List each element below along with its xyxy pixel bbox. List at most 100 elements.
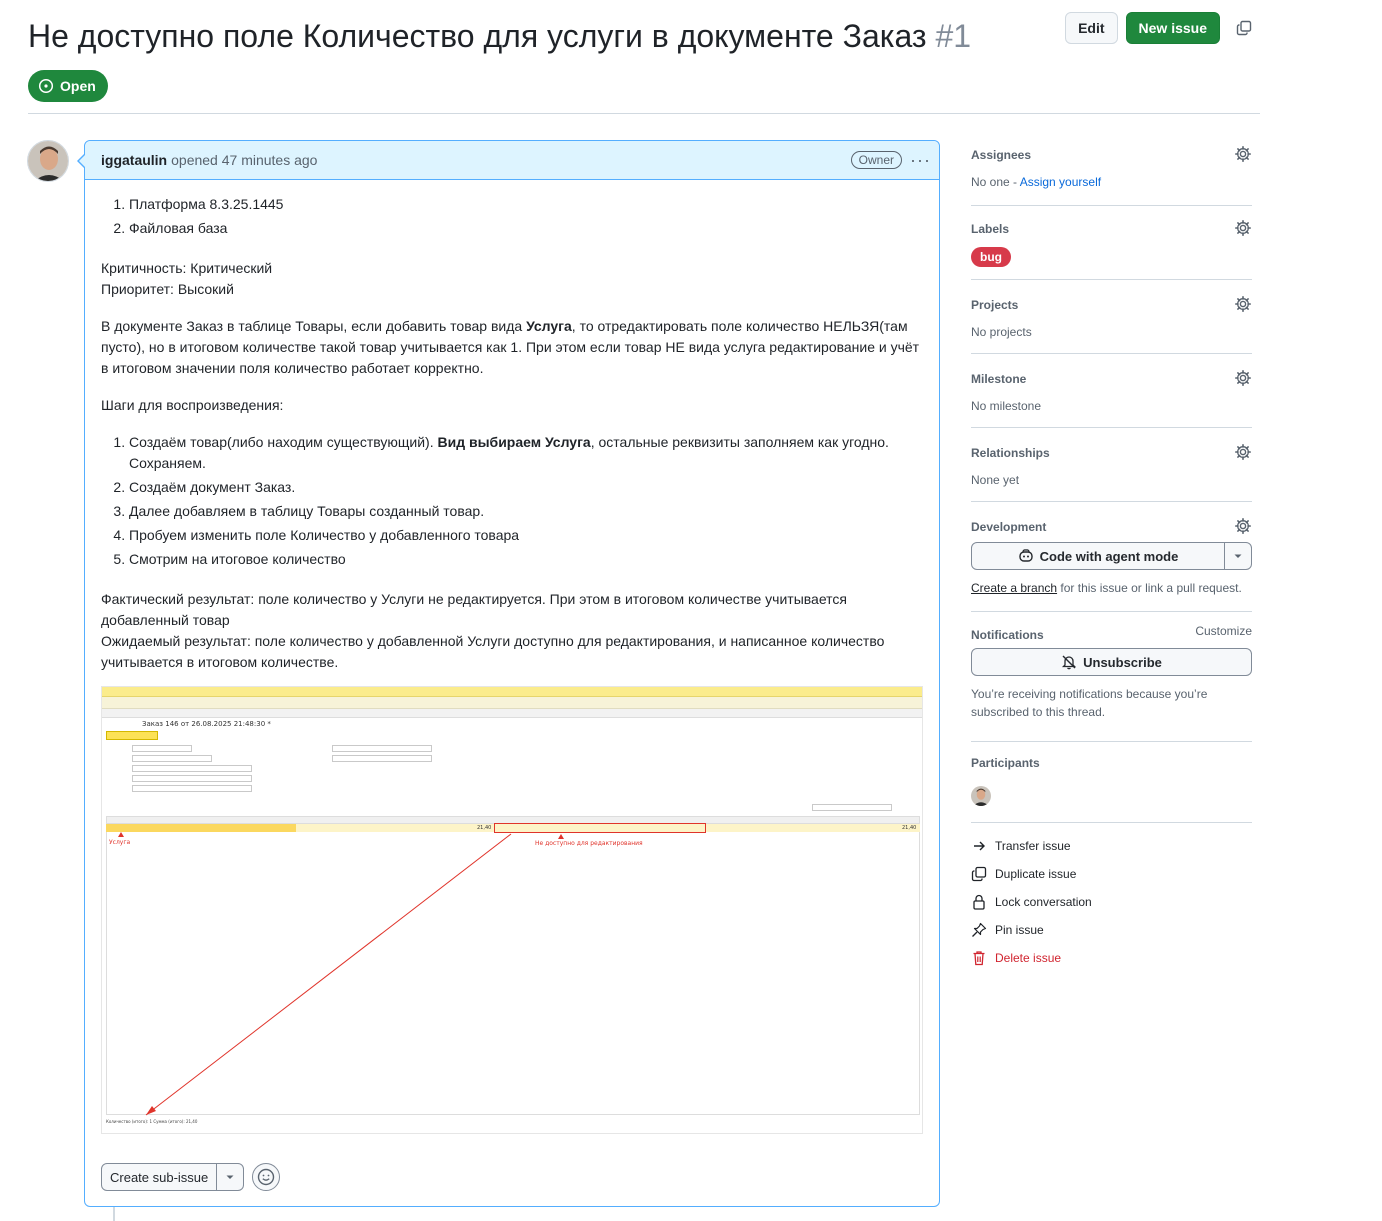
list-item: Смотрим на итоговое количество	[129, 549, 923, 570]
environment-list: Платформа 8.3.25.1445 Файловая база	[101, 194, 923, 239]
issue-sidebar: Assignees No one - Assign yourself Label…	[971, 140, 1252, 972]
notifications-note: You’re receiving notifications because y…	[971, 687, 1208, 719]
lock-conversation-action[interactable]: Lock conversation	[971, 888, 1252, 916]
description-bold: Услуга	[526, 318, 572, 334]
relationships-heading: Relationships	[971, 446, 1050, 460]
gear-icon[interactable]	[1234, 369, 1252, 387]
create-sub-issue-button[interactable]: Create sub-issue	[102, 1164, 218, 1190]
header-divider	[28, 113, 1260, 114]
author-avatar[interactable]	[27, 140, 69, 182]
create-sub-issue-split-button: Create sub-issue	[101, 1163, 245, 1191]
participant-avatar[interactable]	[971, 786, 991, 806]
participants-section: Participants	[971, 742, 1252, 823]
pin-issue-action[interactable]: Pin issue	[971, 916, 1252, 944]
relationships-value: None yet	[971, 473, 1020, 487]
issue-title-text: Не доступно поле Количество для услуги в…	[28, 18, 927, 54]
assignees-section: Assignees No one - Assign yourself	[971, 140, 1252, 206]
participants-heading: Participants	[971, 756, 1040, 770]
owner-badge: Owner	[850, 151, 903, 169]
projects-value: No projects	[971, 325, 1032, 339]
chevron-down-icon[interactable]	[1225, 543, 1251, 569]
code-with-agent-label: Code with agent mode	[1039, 548, 1179, 564]
issue-title-row: Не доступно поле Количество для услуги в…	[28, 12, 1260, 60]
create-branch-text: Create a branch for this issue or link a…	[971, 581, 1242, 595]
relationships-section: Relationships None yet	[971, 428, 1252, 502]
kebab-menu-icon[interactable]: ···	[910, 150, 931, 171]
code-with-agent-button[interactable]: Code with agent mode	[972, 543, 1225, 569]
smiley-icon[interactable]	[252, 1163, 281, 1191]
pin-issue-label: Pin issue	[995, 923, 1044, 937]
description-paragraph: В документе Заказ в таблице Товары, если…	[101, 316, 923, 379]
assignees-none: No one -	[971, 175, 1020, 189]
list-item: Далее добавляем в таблицу Товары созданн…	[129, 501, 923, 522]
milestone-section: Milestone No milestone	[971, 354, 1252, 428]
expected-result-text: Ожидаемый результат: поле количество у д…	[101, 633, 885, 670]
step-bold: Вид выбираем Услуга	[437, 434, 591, 450]
criticality-text: Критичность: Критический	[101, 260, 273, 276]
copy-icon[interactable]	[1228, 12, 1260, 44]
create-branch-suffix: for this issue or link a pull request.	[1057, 581, 1242, 595]
unsubscribe-button[interactable]: Unsubscribe	[971, 648, 1252, 676]
customize-link[interactable]: Customize	[1195, 624, 1252, 638]
gear-icon[interactable]	[1234, 145, 1252, 163]
embedded-screenshot[interactable]: Заказ 146 от 26.08.2025 21:48:30 * 21,40…	[101, 686, 923, 1134]
step-text: Создаём товар(либо находим существующий)…	[129, 434, 438, 450]
labels-section: Labels bug	[971, 206, 1252, 280]
issue-number: #1	[935, 18, 972, 54]
list-item: Пробуем изменить поле Количество у добав…	[129, 525, 923, 546]
comment-actions: Create sub-issue	[101, 1163, 281, 1191]
description-text: В документе Заказ в таблице Товары, если…	[101, 318, 527, 334]
list-item: Создаём документ Заказ.	[129, 477, 923, 498]
gear-icon[interactable]	[1234, 219, 1252, 237]
priority-text: Приоритет: Высокий	[101, 281, 234, 297]
code-with-agent-split-button: Code with agent mode	[971, 542, 1252, 570]
issue-actions: Transfer issue Duplicate issue Lock conv…	[971, 823, 1252, 972]
gear-icon[interactable]	[1234, 443, 1252, 461]
milestone-heading: Milestone	[971, 372, 1027, 386]
delete-issue-label: Delete issue	[995, 951, 1062, 965]
new-issue-button[interactable]: New issue	[1125, 12, 1220, 44]
projects-heading: Projects	[971, 298, 1019, 312]
issue-body-comment: iggataulin opened 47 minutes ago Owner ·…	[77, 140, 940, 1207]
lock-icon	[971, 894, 987, 910]
screenshot-arrows	[118, 832, 564, 1116]
development-heading: Development	[971, 520, 1047, 534]
assignees-value: No one - Assign yourself	[971, 175, 1101, 189]
edit-button[interactable]: Edit	[1065, 12, 1118, 44]
unsubscribe-label: Unsubscribe	[1083, 654, 1162, 670]
issue-open-icon	[38, 78, 54, 94]
gear-icon[interactable]	[1234, 517, 1252, 535]
comment-author[interactable]: iggataulin	[101, 152, 167, 168]
label-bug[interactable]: bug	[971, 247, 1011, 267]
milestone-value: No milestone	[971, 399, 1042, 413]
gear-icon[interactable]	[1234, 295, 1252, 313]
chevron-down-icon[interactable]	[217, 1164, 243, 1190]
header-actions: Edit New issue	[1065, 12, 1260, 44]
delete-issue-action[interactable]: Delete issue	[971, 944, 1252, 972]
arrow-right-icon	[971, 838, 987, 854]
duplicate-issue-label: Duplicate issue	[995, 867, 1077, 881]
transfer-issue-label: Transfer issue	[995, 839, 1071, 853]
create-branch-link[interactable]: Create a branch	[971, 581, 1057, 595]
list-item: Платформа 8.3.25.1445	[129, 194, 923, 215]
duplicate-icon	[971, 866, 987, 882]
bell-slash-icon	[1062, 655, 1077, 670]
actual-result-text: Фактический результат: поле количество у…	[101, 591, 847, 628]
issue-title: Не доступно поле Количество для услуги в…	[28, 18, 971, 55]
assignees-heading: Assignees	[971, 148, 1032, 162]
comment-header: iggataulin opened 47 minutes ago Owner ·…	[85, 141, 939, 180]
screenshot-footer: Количество (итого): 1 Сумма (итого): 21,…	[106, 1119, 198, 1124]
notifications-section: Notifications Customize Unsubscribe You’…	[971, 612, 1252, 742]
pin-icon	[971, 922, 987, 938]
transfer-issue-action[interactable]: Transfer issue	[971, 832, 1252, 860]
steps-list: Создаём товар(либо находим существующий)…	[101, 432, 923, 570]
comment-body: Платформа 8.3.25.1445 Файловая база Крит…	[85, 180, 939, 673]
labels-heading: Labels	[971, 222, 1010, 236]
assign-yourself-link[interactable]: Assign yourself	[1020, 175, 1101, 189]
projects-section: Projects No projects	[971, 280, 1252, 354]
comment-meta[interactable]: opened 47 minutes ago	[171, 152, 317, 168]
duplicate-issue-action[interactable]: Duplicate issue	[971, 860, 1252, 888]
lock-conversation-label: Lock conversation	[995, 895, 1092, 909]
list-item: Создаём товар(либо находим существующий)…	[129, 432, 923, 474]
copilot-icon	[1018, 549, 1033, 562]
